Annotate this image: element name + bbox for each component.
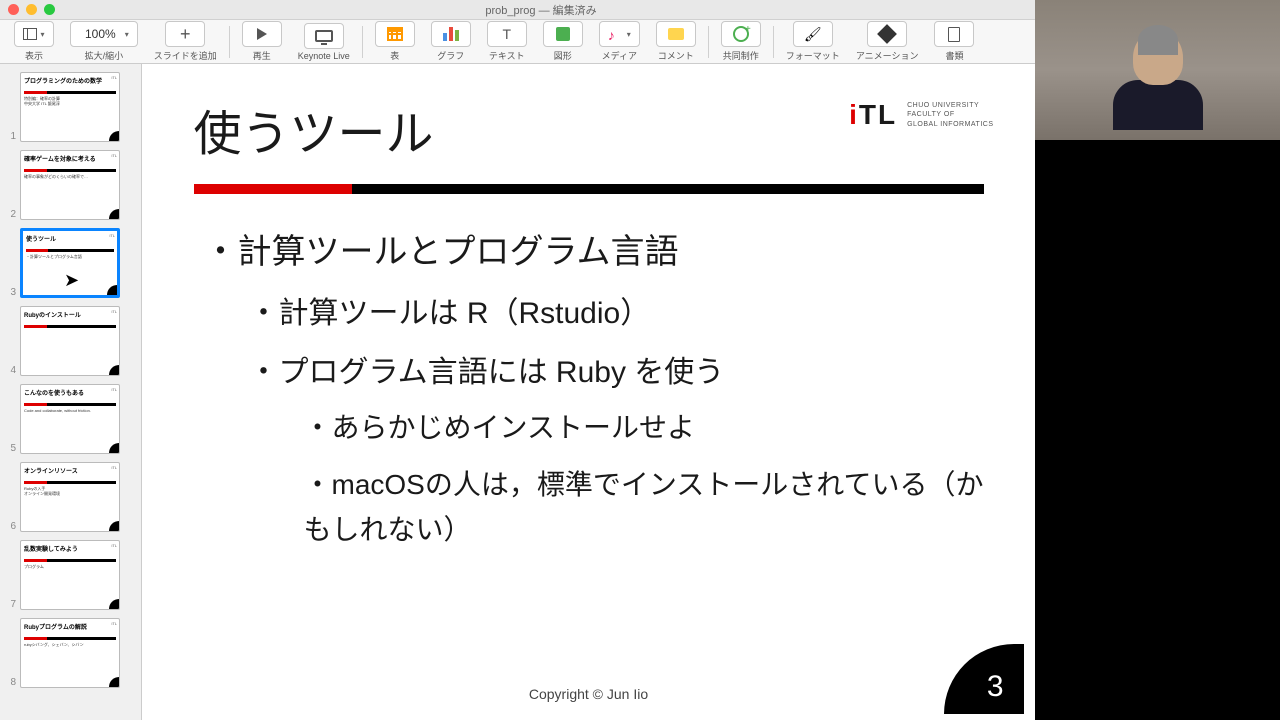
comment-button[interactable] — [656, 21, 696, 47]
zoom-button[interactable]: 100%▾ — [70, 21, 138, 47]
slide-content: 使うツール iTL CHUO UNIVERSITY FACULTY OF GLO… — [154, 64, 1024, 714]
slide-thumbnail-5[interactable]: 5 iTLこんなのを使うもあるCode and collaborate, with… — [0, 382, 141, 460]
title-bar: prob_prog — 編集済み — [0, 0, 1035, 20]
bullet-level-2: ・計算ツールは R（Rstudio） — [249, 288, 984, 332]
format-icon: 🖌 — [804, 26, 822, 43]
slide-thumbnail-8[interactable]: 8 iTLRubyプログラムの解説rubyシバング、シェバン、シバン — [0, 616, 141, 694]
shape-label: 図形 — [554, 49, 572, 62]
chart-icon — [443, 27, 459, 41]
logo: iTL CHUO UNIVERSITY FACULTY OF GLOBAL IN… — [849, 99, 993, 131]
thumb-preview[interactable]: iTL確率ゲームを対象に考える確率の事象がどのくらいの確率で… — [20, 150, 120, 220]
plus-icon: + — [180, 24, 191, 45]
bullet-level-3: ・macOSの人は，標準でインストールされている（かもしれない） — [304, 463, 984, 553]
comment-label: コメント — [658, 49, 694, 62]
media-label: メディア — [602, 49, 637, 62]
document-icon — [948, 27, 960, 42]
collaborate-label: 共同制作 — [723, 49, 759, 62]
play-icon — [257, 28, 267, 40]
page-number: 3 — [944, 644, 1024, 714]
collaborate-button[interactable] — [721, 21, 761, 47]
keynote-live-button[interactable] — [304, 23, 344, 49]
thumb-preview[interactable]: iTLプログラミングのための数学特別編：確率の計算中央大学 ITL 飯尾淳 — [20, 72, 120, 142]
add-slide-button[interactable]: + — [165, 21, 205, 47]
screen-icon — [315, 30, 333, 42]
zoom-label: 拡大/縮小 — [85, 49, 124, 62]
thumb-number: 6 — [4, 521, 16, 532]
minimize-button[interactable] — [26, 4, 37, 15]
bullet-level-2: ・プログラム言語には Ruby を使う — [249, 347, 984, 391]
thumb-number: 3 — [4, 287, 16, 298]
thumb-number: 1 — [4, 131, 16, 142]
close-button[interactable] — [8, 4, 19, 15]
thumb-number: 4 — [4, 365, 16, 376]
table-label: 表 — [390, 49, 399, 62]
thumb-preview[interactable]: iTL乱数実験してみようプログラム — [20, 540, 120, 610]
media-button[interactable]: ▾ — [599, 21, 640, 47]
thumb-number: 2 — [4, 209, 16, 220]
format-label: フォーマット — [786, 49, 840, 62]
thumb-number: 7 — [4, 599, 16, 610]
slide-thumbnail-7[interactable]: 7 iTL乱数実験してみようプログラム — [0, 538, 141, 616]
slide-thumbnail-6[interactable]: 6 iTLオンラインリソースRubyの入手オンライン開発環境 — [0, 460, 141, 538]
keynote-window: prob_prog — 編集済み ▾ 表示 100%▾ 拡大/縮小 + スライド… — [0, 0, 1035, 720]
media-icon — [608, 27, 624, 41]
slide-canvas[interactable]: 使うツール iTL CHUO UNIVERSITY FACULTY OF GLO… — [142, 64, 1035, 720]
animation-icon — [877, 24, 897, 44]
format-button[interactable]: 🖌 — [793, 21, 833, 47]
bullet-level-3: ・あらかじめインストールせよ — [304, 406, 984, 451]
text-button[interactable]: T — [487, 21, 527, 47]
toolbar: ▾ 表示 100%▾ 拡大/縮小 + スライドを追加 再生 Keynote Li… — [0, 20, 1035, 64]
thumb-number: 8 — [4, 677, 16, 688]
document-button[interactable] — [934, 21, 974, 47]
view-button[interactable]: ▾ — [14, 21, 54, 47]
thumb-preview[interactable]: iTLRubyのインストール — [20, 306, 120, 376]
collaborate-icon — [733, 26, 749, 42]
document-label: 書類 — [945, 49, 963, 62]
logo-sub2: FACULTY OF — [907, 110, 993, 119]
text-icon: T — [503, 26, 512, 42]
webcam-feed — [1035, 0, 1280, 140]
slide-thumbnail-3[interactable]: 3 iTL使うツール・計算ツールとプログラム言語 — [0, 226, 141, 304]
bullet-level-1: ・計算ツールとプログラム言語 — [204, 224, 984, 273]
shape-button[interactable] — [543, 21, 583, 47]
window-title: prob_prog — 編集済み — [55, 2, 1027, 18]
logo-sub1: CHUO UNIVERSITY — [907, 101, 993, 110]
thumb-preview[interactable]: iTLオンラインリソースRubyの入手オンライン開発環境 — [20, 462, 120, 532]
view-label: 表示 — [25, 49, 43, 62]
text-label: テキスト — [489, 49, 525, 62]
chart-label: グラフ — [437, 49, 464, 62]
slide-navigator[interactable]: 1iTLプログラミングのための数学特別編：確率の計算中央大学 ITL 飯尾淳2i… — [0, 64, 142, 720]
keynote-live-label: Keynote Live — [298, 51, 350, 61]
comment-icon — [668, 28, 684, 40]
thumb-preview[interactable]: iTLRubyプログラムの解説rubyシバング、シェバン、シバン — [20, 618, 120, 688]
thumb-number: 5 — [4, 443, 16, 454]
video-panel — [1035, 0, 1280, 720]
play-button[interactable] — [242, 21, 282, 47]
copyright: Copyright © Jun Iio — [154, 686, 1024, 702]
thumb-preview[interactable]: iTLこんなのを使うもあるCode and collaborate, witho… — [20, 384, 120, 454]
table-button[interactable] — [375, 21, 415, 47]
table-icon — [387, 27, 403, 41]
slide-thumbnail-2[interactable]: 2 iTL確率ゲームを対象に考える確率の事象がどのくらいの確率で… — [0, 148, 141, 226]
add-slide-label: スライドを追加 — [154, 49, 217, 62]
slide-thumbnail-1[interactable]: 1 iTLプログラミングのための数学特別編：確率の計算中央大学 ITL 飯尾淳 — [0, 70, 141, 148]
shape-icon — [556, 27, 570, 41]
logo-sub3: GLOBAL INFORMATICS — [907, 120, 993, 129]
animation-button[interactable] — [867, 21, 907, 47]
thumb-preview[interactable]: iTL使うツール・計算ツールとプログラム言語 — [20, 228, 120, 298]
play-label: 再生 — [253, 49, 271, 62]
slide-thumbnail-4[interactable]: 4 iTLRubyのインストール — [0, 304, 141, 382]
animation-label: アニメーション — [856, 49, 919, 62]
chart-button[interactable] — [431, 21, 471, 47]
maximize-button[interactable] — [44, 4, 55, 15]
divider — [194, 184, 984, 194]
zoom-value: 100% — [79, 27, 122, 41]
